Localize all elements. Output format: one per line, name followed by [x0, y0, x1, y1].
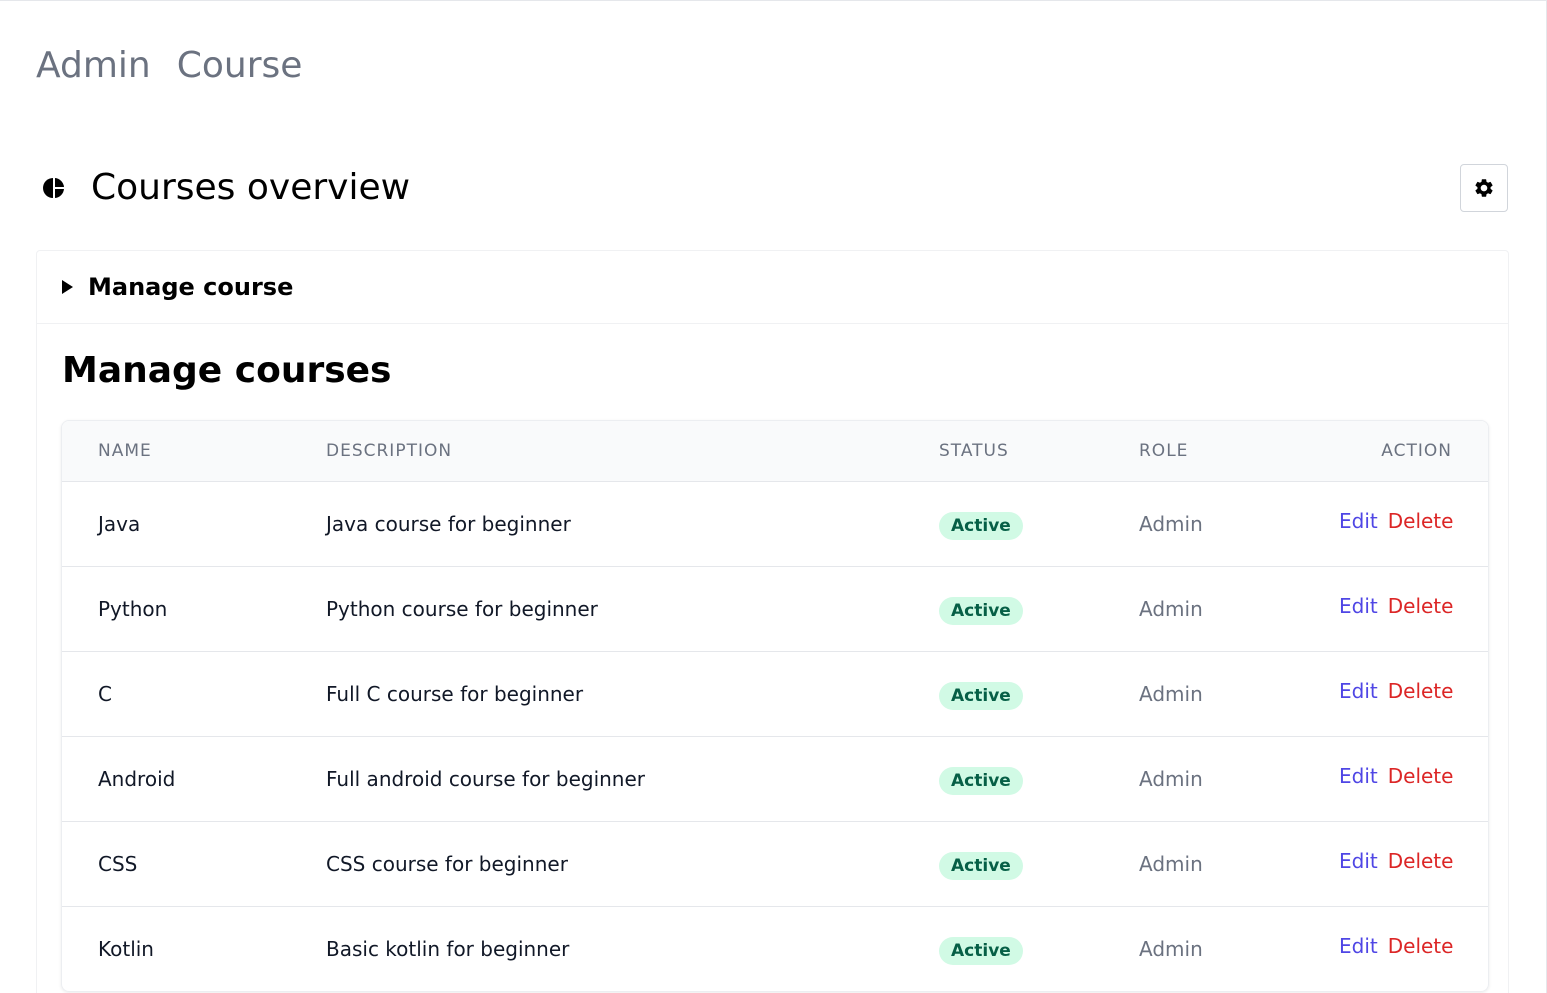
pie-chart-icon	[43, 177, 64, 198]
table-row: C Full C course for beginner Active Admi…	[62, 651, 1488, 736]
table-row: Android Full android course for beginner…	[62, 736, 1488, 821]
course-role: Admin	[1139, 936, 1203, 961]
courses-table: NAME DESCRIPTION STATUS ROLE ACTION Java…	[61, 420, 1489, 992]
gear-icon	[1475, 179, 1493, 197]
course-description: CSS course for beginner	[326, 851, 568, 876]
page: Admin Course Courses overview Manage cou…	[0, 0, 1547, 993]
course-name: Python	[98, 596, 168, 621]
edit-link[interactable]: Edit	[1339, 679, 1378, 703]
delete-link[interactable]: Delete	[1388, 594, 1454, 618]
table-row: CSS CSS course for beginner Active Admin…	[62, 821, 1488, 906]
course-description: Full android course for beginner	[326, 766, 646, 791]
column-header-role: ROLE	[1139, 440, 1189, 461]
column-header-name: NAME	[98, 440, 152, 461]
course-name: Kotlin	[98, 936, 154, 961]
courses-card: Manage course Manage courses NAME DESCRI…	[36, 250, 1509, 993]
table-row: Java Java course for beginner Active Adm…	[62, 481, 1488, 566]
breadcrumb-admin[interactable]: Admin	[36, 45, 151, 86]
edit-link[interactable]: Edit	[1339, 594, 1378, 618]
section-title: Manage courses	[62, 350, 392, 391]
course-name: C	[98, 681, 112, 706]
course-description: Python course for beginner	[326, 596, 598, 621]
course-role: Admin	[1139, 681, 1203, 706]
course-description: Full C course for beginner	[326, 681, 584, 706]
manage-course-label: Manage course	[88, 273, 294, 301]
table-header-row: NAME DESCRIPTION STATUS ROLE ACTION	[62, 421, 1488, 481]
edit-link[interactable]: Edit	[1339, 764, 1378, 788]
caret-right-icon	[62, 280, 73, 294]
column-header-action: ACTION	[1381, 440, 1452, 461]
course-role: Admin	[1139, 766, 1203, 791]
column-header-status: STATUS	[939, 440, 1009, 461]
status-badge: Active	[939, 936, 1023, 965]
edit-link[interactable]: Edit	[1339, 509, 1378, 533]
course-description: Java course for beginner	[326, 511, 571, 536]
edit-link[interactable]: Edit	[1339, 849, 1378, 873]
breadcrumb-course[interactable]: Course	[177, 45, 303, 86]
status-badge: Active	[939, 681, 1023, 710]
breadcrumb: Admin Course	[36, 45, 302, 86]
status-badge: Active	[939, 511, 1023, 540]
delete-link[interactable]: Delete	[1388, 679, 1454, 703]
delete-link[interactable]: Delete	[1388, 764, 1454, 788]
delete-link[interactable]: Delete	[1388, 509, 1454, 533]
table-row: Kotlin Basic kotlin for beginner Active …	[62, 906, 1488, 991]
edit-link[interactable]: Edit	[1339, 934, 1378, 958]
course-name: Java	[98, 511, 141, 536]
course-description: Basic kotlin for beginner	[326, 936, 570, 961]
course-name: CSS	[98, 851, 138, 876]
course-role: Admin	[1139, 596, 1203, 621]
manage-course-toggle[interactable]: Manage course	[37, 251, 1508, 324]
course-role: Admin	[1139, 851, 1203, 876]
course-role: Admin	[1139, 511, 1203, 536]
status-badge: Active	[939, 596, 1023, 625]
status-badge: Active	[939, 766, 1023, 795]
course-name: Android	[98, 766, 176, 791]
delete-link[interactable]: Delete	[1388, 849, 1454, 873]
page-title: Courses overview	[91, 167, 411, 208]
status-badge: Active	[939, 851, 1023, 880]
settings-button[interactable]	[1460, 164, 1508, 212]
column-header-description: DESCRIPTION	[326, 440, 453, 461]
overview-header: Courses overview	[42, 167, 410, 208]
table-row: Python Python course for beginner Active…	[62, 566, 1488, 651]
delete-link[interactable]: Delete	[1388, 934, 1454, 958]
